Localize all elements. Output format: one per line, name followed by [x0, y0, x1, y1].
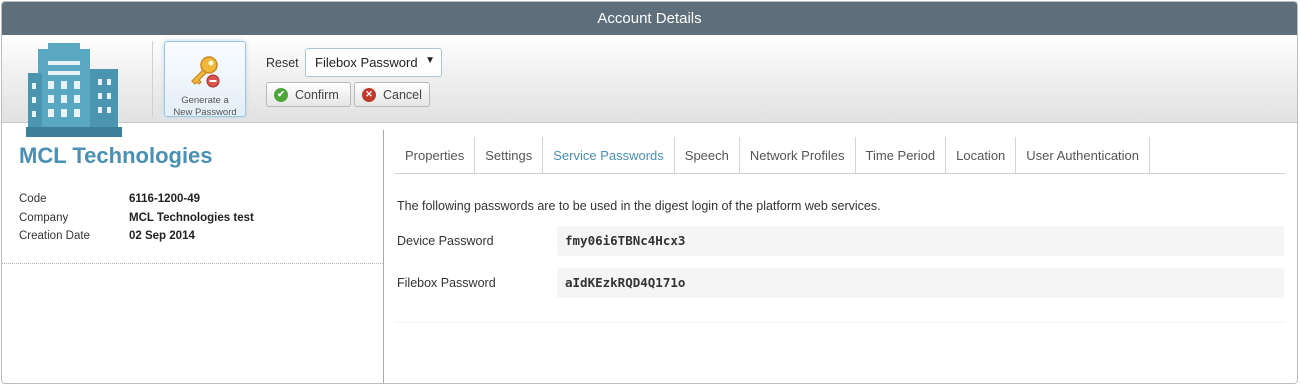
close-circle-icon: ✕: [362, 87, 376, 102]
generate-password-label-line1: Generate a: [181, 95, 229, 106]
info-row-creation-date: Creation Date 02 Sep 2014: [19, 230, 254, 249]
content-area: MCL Technologies Code 6116-1200-49 Compa…: [2, 123, 1297, 383]
info-value: MCL Technologies test: [129, 211, 254, 224]
tab-bar: Properties Settings Service Passwords Sp…: [395, 137, 1285, 174]
tab-user-authentication[interactable]: User Authentication: [1016, 137, 1151, 173]
tab-service-passwords[interactable]: Service Passwords: [543, 137, 675, 173]
password-row-filebox: Filebox Password aIdKEzkRQD4Q171o: [397, 268, 1284, 298]
toolbar: Generate a New Password Reset Filebox Pa…: [2, 35, 1297, 137]
key-icon: [165, 54, 245, 94]
tab-settings[interactable]: Settings: [475, 137, 544, 173]
generate-password-button[interactable]: Generate a New Password: [164, 41, 246, 118]
info-label: Company: [19, 211, 69, 224]
reset-select[interactable]: Filebox Password ▼: [305, 48, 442, 77]
generate-password-label-line2: New Password: [173, 107, 237, 118]
password-value[interactable]: fmy06i6TBNc4Hcx3: [557, 226, 1284, 256]
faint-divider: [395, 322, 1285, 323]
account-info: Code 6116-1200-49 Company MCL Technologi…: [19, 193, 254, 249]
confirm-button[interactable]: ✔ Confirm: [266, 82, 351, 107]
account-summary-pane: MCL Technologies Code 6116-1200-49 Compa…: [2, 123, 383, 383]
reset-select-value: Filebox Password: [315, 55, 418, 70]
info-row-code: Code 6116-1200-49: [19, 193, 254, 212]
password-label: Device Password: [397, 234, 494, 248]
window-title: Account Details: [2, 2, 1297, 35]
tab-time-period[interactable]: Time Period: [856, 137, 947, 173]
info-label: Creation Date: [19, 230, 90, 242]
account-details-window: Account Details Generate a New Password …: [1, 1, 1298, 384]
reset-label: Reset: [266, 56, 299, 70]
cancel-label: Cancel: [383, 87, 422, 102]
account-name: MCL Technologies: [19, 143, 213, 168]
password-value[interactable]: aIdKEzkRQD4Q171o: [557, 268, 1284, 298]
caret-down-icon: ▼: [425, 55, 435, 66]
confirm-label: Confirm: [295, 87, 339, 102]
tab-location[interactable]: Location: [946, 137, 1017, 173]
info-label: Code: [19, 193, 47, 205]
tab-network-profiles[interactable]: Network Profiles: [740, 137, 856, 173]
toolbar-divider: [152, 41, 153, 117]
password-row-device: Device Password fmy06i6TBNc4Hcx3: [397, 226, 1284, 256]
pane-divider: [383, 130, 384, 383]
tab-speech[interactable]: Speech: [675, 137, 740, 173]
info-value: 02 Sep 2014: [129, 230, 195, 242]
tab-properties[interactable]: Properties: [395, 137, 476, 173]
dotted-divider: [2, 263, 383, 264]
details-pane: Properties Settings Service Passwords Sp…: [395, 123, 1285, 383]
cancel-button[interactable]: ✕ Cancel: [354, 82, 430, 107]
password-label: Filebox Password: [397, 276, 496, 290]
info-value: 6116-1200-49: [129, 193, 200, 205]
check-circle-icon: ✔: [274, 87, 288, 102]
service-passwords-description: The following passwords are to be used i…: [397, 199, 881, 213]
info-row-company: Company MCL Technologies test: [19, 212, 254, 231]
